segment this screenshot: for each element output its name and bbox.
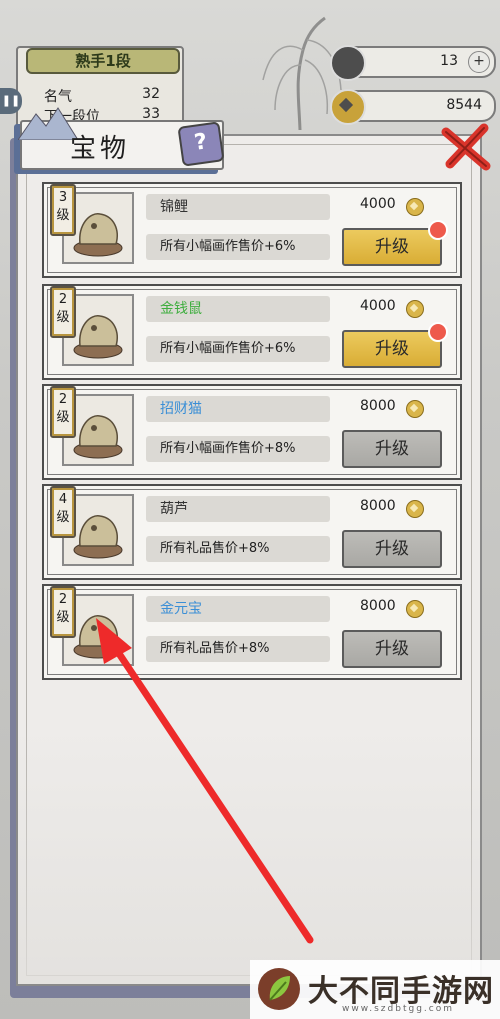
- level-number: 2: [58, 392, 68, 407]
- treasure-name: 锦鲤: [146, 194, 330, 220]
- coin-icon: [406, 400, 424, 418]
- coin-icon: [406, 500, 424, 518]
- upgrade-button[interactable]: 升级: [342, 228, 442, 266]
- coin-bar: 8544: [330, 89, 496, 125]
- upgrade-price: 8000: [360, 498, 396, 514]
- watermark: 大不同手游网 www.szdbtgg.com: [250, 960, 500, 1019]
- notification-dot: [428, 220, 448, 240]
- treasure-name: 招财猫: [146, 396, 330, 422]
- page-title: 宝物: [70, 134, 131, 164]
- treasure-card-5: 2 级 金元宝 所有礼品售价+8% 8000 升级: [42, 584, 462, 680]
- coin-icon: [330, 89, 366, 125]
- upgrade-price: 4000: [360, 196, 396, 212]
- upgrade-button[interactable]: 升级: [342, 630, 442, 668]
- level-unit: 级: [56, 410, 70, 425]
- fame-label: 名气: [44, 89, 72, 105]
- coin-icon: [406, 198, 424, 216]
- upgrade-price: 8000: [360, 598, 396, 614]
- level-number: 4: [58, 492, 68, 507]
- coin-icon: [406, 300, 424, 318]
- upgrade-price: 8000: [360, 398, 396, 414]
- level-unit: 级: [56, 510, 70, 525]
- treasure-card-3: 2 级 招财猫 所有小幅画作售价+8% 8000 升级: [42, 384, 462, 480]
- rank-badge: 熟手1段: [26, 48, 180, 74]
- notification-dot: [428, 322, 448, 342]
- level-number: 3: [58, 190, 68, 205]
- treasure-name: 金元宝: [146, 596, 330, 622]
- level-unit: 级: [56, 208, 70, 223]
- treasure-card-4: 4 级 葫芦 所有礼品售价+8% 8000 升级: [42, 484, 462, 580]
- coin-icon: [406, 600, 424, 618]
- level-unit: 级: [56, 310, 70, 325]
- level-tag: 2 级: [50, 286, 76, 338]
- level-number: 2: [58, 592, 68, 607]
- upgrade-button[interactable]: 升级: [342, 530, 442, 568]
- treasure-name: 葫芦: [146, 496, 330, 522]
- fame-value: 32: [142, 86, 160, 102]
- treasure-effect: 所有小幅画作售价+6%: [146, 234, 330, 260]
- fame-row: 名气 32: [44, 86, 160, 106]
- treasure-card-2: 2 级 金钱鼠 所有小幅画作售价+6% 4000 升级: [42, 284, 462, 380]
- treasure-effect: 所有小幅画作售价+8%: [146, 436, 330, 462]
- watermark-url: www.szdbtgg.com: [342, 1004, 454, 1014]
- level-tag: 2 级: [50, 386, 76, 438]
- level-tag: 2 级: [50, 586, 76, 638]
- resource-value: 13: [440, 53, 458, 69]
- upgrade-button[interactable]: 升级: [342, 330, 442, 368]
- swirl-icon: [330, 45, 366, 81]
- level-unit: 级: [56, 610, 70, 625]
- close-icon[interactable]: [440, 122, 494, 172]
- upgrade-button[interactable]: 升级: [342, 430, 442, 468]
- treasure-effect: 所有礼品售价+8%: [146, 636, 330, 662]
- treasure-effect: 所有小幅画作售价+6%: [146, 336, 330, 362]
- mist-decoration: [18, 724, 480, 984]
- add-resource-button[interactable]: +: [468, 51, 490, 73]
- leaf-logo-icon: [258, 968, 300, 1010]
- resource-bar-swirl: 13 +: [330, 45, 496, 81]
- level-tag: 3 级: [50, 184, 76, 236]
- treasure-effect: 所有礼品售价+8%: [146, 536, 330, 562]
- help-button[interactable]: ?: [177, 121, 225, 167]
- coins-value: 8544: [446, 97, 482, 113]
- mountain-icon: [18, 107, 78, 140]
- treasure-name: 金钱鼠: [146, 296, 330, 322]
- level-number: 2: [58, 292, 68, 307]
- level-tag: 4 级: [50, 486, 76, 538]
- upgrade-price: 4000: [360, 298, 396, 314]
- treasure-card-1: 3 级 锦鲤 所有小幅画作售价+6% 4000 升级: [42, 182, 462, 278]
